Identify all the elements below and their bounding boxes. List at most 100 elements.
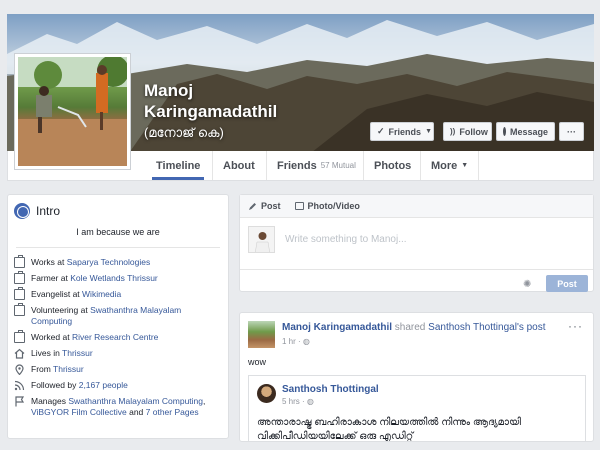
globe-icon: · ◍ <box>298 337 310 346</box>
globe-icon <box>14 203 30 219</box>
intro-item-prefix: Farmer at <box>31 273 71 283</box>
composer-tab-photo[interactable]: Photo/Video <box>294 201 360 211</box>
profile-picture[interactable] <box>14 53 131 170</box>
follow-button[interactable]: )) Follow <box>443 122 492 141</box>
intro-item-volunteer: Volunteering at Swathanthra Malayalam Co… <box>14 303 222 327</box>
managed-page-link[interactable]: Swathanthra Malayalam Computing <box>68 396 203 406</box>
shared-text-line: അന്താരാഷ്ട്ര ബഹിരാകാശ നിലയത്തിൽ നിന്നും … <box>257 417 521 428</box>
post-composer: Post Photo/Video Write something to Mano… <box>239 194 594 292</box>
tab-timeline-label: Timeline <box>156 159 201 172</box>
post-button[interactable]: Post <box>546 275 588 292</box>
tab-photos-label: Photos <box>374 159 412 172</box>
intro-list: Works at Saparya Technologies Farmer at … <box>14 255 222 423</box>
post-timestamp[interactable]: 1 hr · ◍ <box>282 337 310 346</box>
home-icon <box>14 348 25 359</box>
post-link-suffix[interactable]: 's post <box>517 322 546 333</box>
intro-item-prefix: Works at <box>31 257 67 267</box>
managed-page-link[interactable]: ViBGYOR Film Collective <box>31 407 127 417</box>
intro-item-followers: Followed by 2,167 people <box>14 380 222 391</box>
shared-post-text: അന്താരാഷ്ട്ര ബഹിരാകാശ നിലയത്തിൽ നിന്നും … <box>257 416 521 442</box>
post-author-link[interactable]: Manoj Karingamadathil <box>282 322 392 333</box>
check-icon: ✓ <box>377 126 385 136</box>
separator: and <box>126 407 146 417</box>
tab-more-label: More <box>431 159 458 172</box>
shared-post[interactable]: Santhosh Thottingal 5 hrs · ◍ അന്താരാഷ്ട… <box>248 375 586 442</box>
composer-tabs: Post Photo/Video <box>240 195 593 218</box>
composer-input[interactable]: Write something to Manoj... <box>285 234 407 245</box>
briefcase-icon <box>14 287 25 300</box>
post-text: wow <box>248 357 267 367</box>
intro-title: Intro <box>36 204 61 218</box>
follow-button-label: Follow <box>459 126 488 137</box>
composer-tab-photo-label: Photo/Video <box>307 201 360 211</box>
intro-item-prefix: Volunteering at <box>31 305 91 315</box>
intro-header: Intro <box>14 203 60 219</box>
composer-tab-post[interactable]: Post <box>248 201 281 211</box>
intro-item-link[interactable]: Thrissur <box>53 364 84 374</box>
intro-item-work: Farmer at Kole Wetlands Thrissur <box>14 271 222 284</box>
author-avatar[interactable] <box>248 321 275 348</box>
briefcase-icon <box>14 271 25 284</box>
intro-item-prefix: Manages <box>31 396 69 406</box>
mutual-friends-count: 57 Mutual <box>320 161 356 170</box>
intro-item-from: From Thrissur <box>14 364 222 376</box>
intro-item-link[interactable]: River Research Centre <box>72 332 158 342</box>
tab-photos[interactable]: Photos <box>363 151 421 180</box>
intro-item-lives: Lives in Thrissur <box>14 348 222 359</box>
intro-item-manages: Manages Swathanthra Malayalam Computing,… <box>14 396 222 418</box>
post-header: Manoj Karingamadathil shared Santhosh Th… <box>282 322 546 333</box>
post-options-button[interactable]: ··· <box>568 319 583 333</box>
intro-panel: Intro I am because we are Works at Sapar… <box>7 194 229 439</box>
divider <box>240 269 593 270</box>
intro-item-prefix: Evangelist at <box>31 289 83 299</box>
post-button-label: Post <box>557 278 577 289</box>
tab-about[interactable]: About <box>212 151 265 180</box>
shared-timestamp[interactable]: 5 hrs · ◍ <box>282 397 314 406</box>
intro-item-link[interactable]: Saparya Technologies <box>67 257 151 267</box>
user-avatar <box>248 226 275 253</box>
feed-post: Manoj Karingamadathil shared Santhosh Th… <box>239 312 594 442</box>
caret-down-icon: ▼ <box>425 128 432 135</box>
more-dots-icon: ··· <box>567 126 576 137</box>
intro-item-link[interactable]: Kole Wetlands Thrissur <box>70 273 158 283</box>
message-button-label: Message <box>509 126 548 137</box>
intro-item-link[interactable]: 2,167 people <box>79 380 128 390</box>
flag-icon <box>14 396 25 407</box>
friends-button[interactable]: ✓ Friends ▼ <box>370 122 434 141</box>
briefcase-icon <box>14 255 25 268</box>
tab-about-label: About <box>223 159 255 172</box>
message-button[interactable]: Message <box>496 122 555 141</box>
tab-friends[interactable]: Friends 57 Mutual <box>266 151 366 180</box>
rss-icon <box>14 380 25 391</box>
divider <box>16 247 220 248</box>
pencil-icon <box>248 202 257 211</box>
tab-more[interactable]: More ▼ <box>420 151 480 180</box>
profile-name-block: Manoj Karingamadathil (മനോജ് കെ) <box>144 80 277 142</box>
profile-alt-name: (മനോജ് കെ) <box>144 125 224 140</box>
shared-author-link[interactable]: Santhosh Thottingal <box>282 384 379 395</box>
intro-item-past-work: Worked at River Research Centre <box>14 330 222 343</box>
intro-item-prefix: Worked at <box>31 332 72 342</box>
tab-friends-label: Friends <box>277 159 317 172</box>
intro-item-prefix: Followed by <box>31 380 79 390</box>
composer-body: Write something to Manoj... <box>248 226 407 253</box>
other-pages-link[interactable]: 7 other Pages <box>146 407 199 417</box>
briefcase-icon <box>14 303 25 316</box>
caret-down-icon: ▼ <box>461 162 469 169</box>
friends-button-label: Friends <box>388 126 422 137</box>
audience-settings-icon[interactable]: ✺ <box>523 279 531 290</box>
intro-item-prefix: Lives in <box>31 348 63 358</box>
rss-icon: )) <box>450 127 456 136</box>
photo-icon <box>294 202 304 210</box>
intro-item-link[interactable]: Thrissur <box>62 348 93 358</box>
separator: , <box>203 396 206 406</box>
shared-from-link[interactable]: Santhosh Thottingal <box>428 322 517 333</box>
more-options-button[interactable]: ··· <box>559 122 584 141</box>
intro-item-link[interactable]: Wikimedia <box>82 289 121 299</box>
shared-text-line: വിക്കിപീഡിയയിലേക്ക് ഒരു എഡിറ്റ് <box>257 431 414 442</box>
profile-photo-image <box>18 57 127 166</box>
shared-author-avatar[interactable] <box>257 384 276 403</box>
intro-item-prefix: From <box>31 364 54 374</box>
briefcase-icon <box>14 330 25 343</box>
tab-timeline[interactable]: Timeline <box>146 151 210 180</box>
